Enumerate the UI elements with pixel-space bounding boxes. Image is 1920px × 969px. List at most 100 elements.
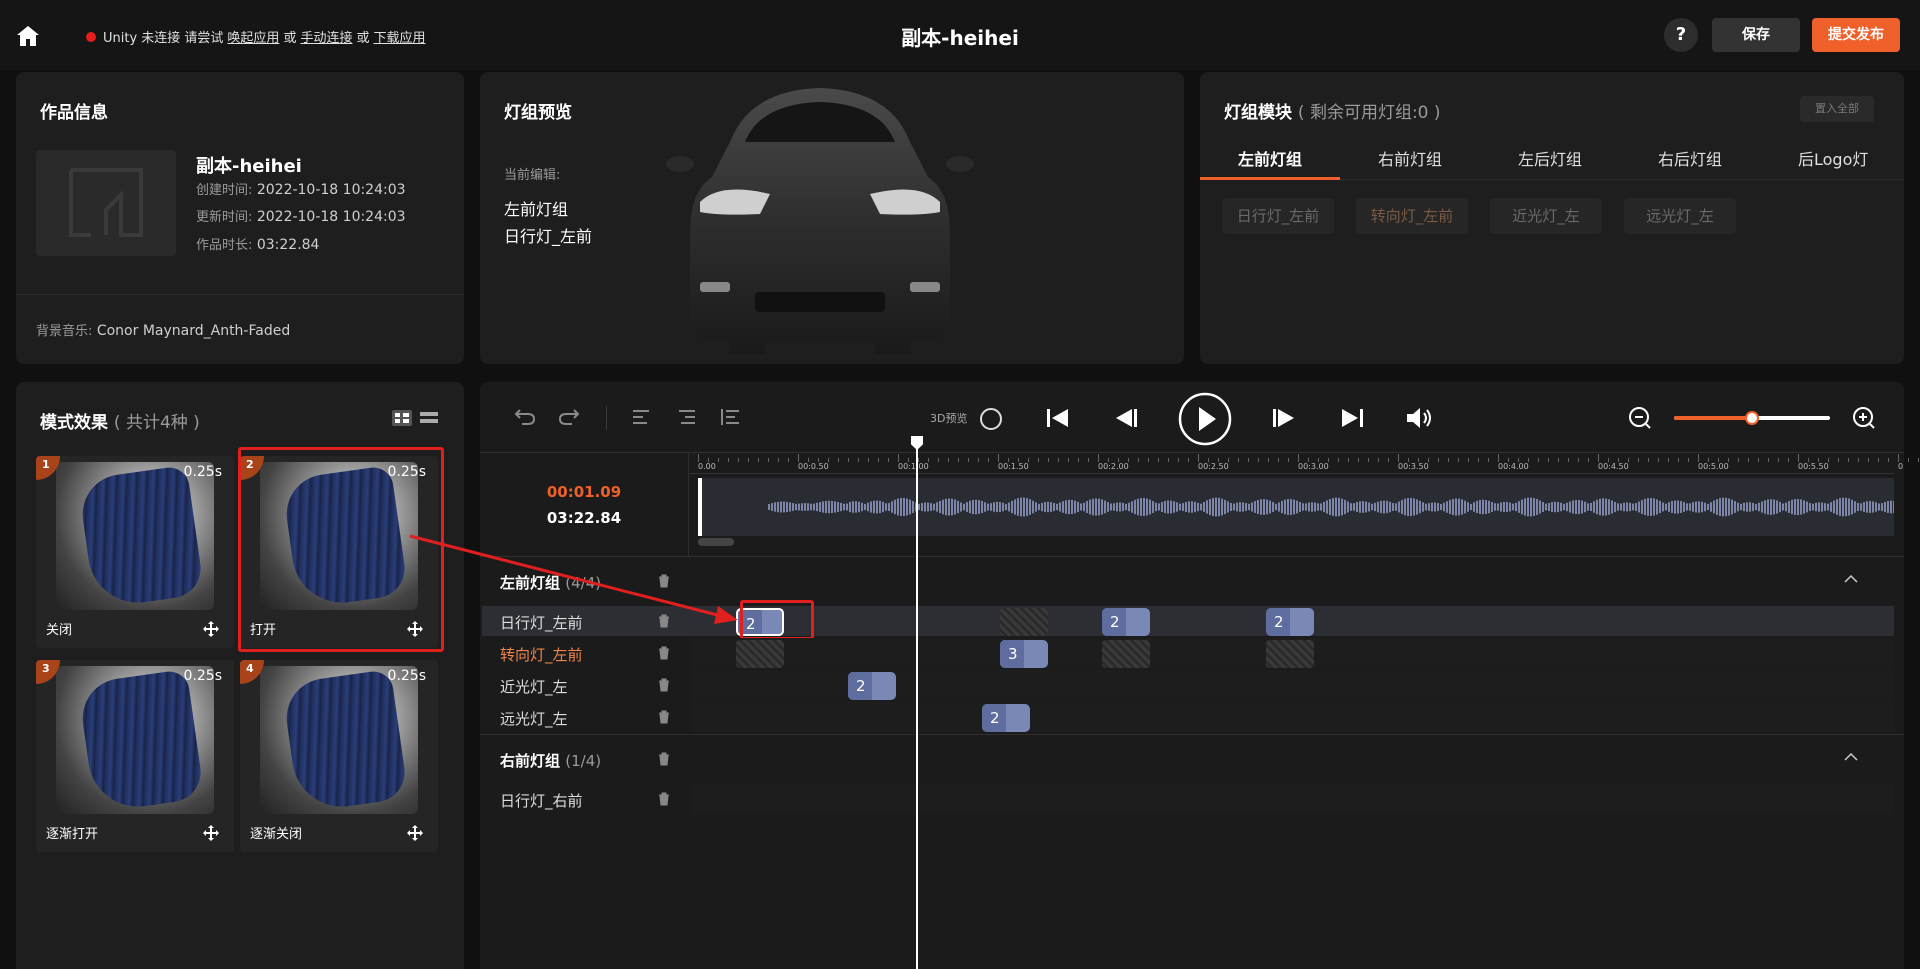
track-lane[interactable]: 2 2 2 (692, 606, 1894, 636)
trash-icon[interactable] (658, 678, 670, 692)
zoom-in-icon[interactable] (1852, 406, 1876, 430)
empty-slot (1000, 608, 1048, 636)
chevron-up-icon[interactable] (1844, 574, 1858, 584)
module-title: 灯组模块 (1224, 103, 1292, 123)
effect-card[interactable]: 1 0.25s 关闭 (36, 456, 234, 648)
ruler-tick-label: 00:5.00 (1698, 462, 1729, 471)
tab-left-front[interactable]: 左前灯组 (1238, 146, 1302, 170)
car-preview-image (666, 88, 974, 354)
ruler-tick-label: 00:3.50 (1398, 462, 1429, 471)
document-title: 副本-heihei (901, 26, 1019, 50)
tab-right-rear[interactable]: 右后灯组 (1658, 146, 1722, 170)
grid-view-icon[interactable] (392, 410, 412, 426)
3d-preview-label: 3D预览 (930, 412, 968, 425)
3d-preview-toggle[interactable] (980, 408, 1002, 430)
drag-move-icon[interactable] (202, 824, 220, 842)
publish-button[interactable]: 提交发布 (1812, 18, 1900, 52)
effect-thumbnail (260, 666, 418, 814)
put-all-button[interactable]: 置入全部 (1800, 96, 1874, 122)
music-row: 背景音乐: Conor Maynard_Anth-Faded (36, 320, 290, 339)
effect-block[interactable]: 2 (982, 704, 1030, 732)
ruler-tick-label: 00:0.50 (798, 462, 829, 471)
track-label: 转向灯_左前 (500, 646, 583, 664)
undo-icon[interactable] (514, 406, 536, 426)
effect-duration: 0.25s (387, 668, 426, 684)
effect-card[interactable]: 4 0.25s 逐渐关闭 (240, 660, 438, 852)
timeline-divider (480, 734, 1904, 735)
updated-time-value: 2022-10-18 10:24:03 (256, 209, 406, 225)
group-count: (1/4) (565, 752, 602, 770)
trash-icon[interactable] (658, 710, 670, 724)
track-row[interactable]: 转向灯_左前 3 (482, 638, 1894, 668)
module-chip[interactable]: 转向灯_左前 (1356, 198, 1468, 234)
zoom-out-icon[interactable] (1628, 406, 1652, 430)
updated-time-row: 更新时间: 2022-10-18 10:24:03 (196, 206, 406, 225)
created-time-value: 2022-10-18 10:24:03 (256, 182, 406, 198)
track-row[interactable]: 日行灯_右前 (482, 784, 1894, 814)
chevron-up-icon[interactable] (1844, 752, 1858, 762)
duration-row: 作品时长: 03:22.84 (196, 234, 319, 253)
waveform-graphic (768, 497, 1894, 517)
panel-title: 灯组预览 (504, 103, 572, 123)
align-right-icon[interactable] (678, 408, 696, 426)
volume-icon[interactable] (1404, 406, 1434, 430)
list-view-icon[interactable] (420, 410, 438, 426)
track-row[interactable]: 近光灯_左 2 (482, 670, 1894, 700)
effect-block[interactable]: 3 (1000, 640, 1048, 668)
skip-to-start-icon[interactable] (1044, 406, 1072, 430)
effect-block[interactable]: 2 (1266, 608, 1314, 636)
trash-icon[interactable] (658, 792, 670, 806)
effect-block[interactable]: 2 (1102, 608, 1150, 636)
tab-right-front[interactable]: 右前灯组 (1378, 146, 1442, 170)
trash-icon[interactable] (658, 646, 670, 660)
step-back-icon[interactable] (1112, 406, 1140, 430)
redo-icon[interactable] (558, 406, 580, 426)
time-ruler[interactable]: 0.00 00:0.50 00:1.00 00:1.50 00:2.00 00:2.50 0… (690, 452, 1919, 474)
track-row[interactable]: 远光灯_左 2 (482, 702, 1894, 732)
music-label: 背景音乐: (36, 324, 93, 339)
zoom-slider[interactable] (1674, 411, 1830, 425)
playhead-line[interactable] (916, 440, 918, 969)
distribute-icon[interactable] (720, 408, 740, 426)
top-bar: Unity 未连接 请尝试 唤起应用 或 手动连接 或 下载应用 副本-heih… (0, 0, 1920, 70)
current-group: 左前灯组 (504, 200, 569, 219)
ruler-tick-label: 00:1.00 (898, 462, 929, 471)
tab-left-rear[interactable]: 左后灯组 (1518, 146, 1582, 170)
panel-title: 灯组模块 ( 剩余可用灯组:0 ) (1224, 98, 1441, 123)
work-name: 副本-heihei (196, 156, 302, 177)
trash-icon[interactable] (658, 752, 670, 766)
drag-move-icon[interactable] (202, 620, 220, 638)
effect-block[interactable]: 2 (848, 672, 896, 700)
save-button[interactable]: 保存 (1712, 18, 1800, 52)
align-left-icon[interactable] (632, 408, 650, 426)
effect-card[interactable]: 3 0.25s 逐渐打开 (36, 660, 234, 852)
skip-to-end-icon[interactable] (1338, 406, 1366, 430)
ruler-tick-label: 0 (1898, 462, 1904, 471)
track-lane[interactable]: 2 (692, 670, 1894, 700)
play-icon[interactable] (1178, 392, 1232, 446)
effect-duration: 0.25s (183, 668, 222, 684)
toolbar-divider (606, 406, 607, 430)
track-lane[interactable] (692, 784, 1894, 814)
module-chip[interactable]: 远光灯_左 (1624, 198, 1736, 234)
ruler-tick-label: 00:1.50 (998, 462, 1029, 471)
ruler-tick-label: 00:4.00 (1498, 462, 1529, 471)
light-group-header[interactable]: 右前灯组 (1/4) (482, 738, 1894, 778)
duration-label: 作品时长: (196, 238, 253, 253)
track-lane[interactable]: 2 (692, 702, 1894, 732)
track-lane[interactable]: 3 (692, 638, 1894, 668)
panel-title: 作品信息 (40, 103, 108, 123)
tab-rear-logo[interactable]: 后Logo灯 (1798, 146, 1868, 170)
module-chip[interactable]: 日行灯_左前 (1222, 198, 1334, 234)
drag-move-icon[interactable] (406, 824, 424, 842)
module-chip[interactable]: 近光灯_左 (1490, 198, 1602, 234)
remaining-count: ( 剩余可用灯组:0 ) (1297, 103, 1441, 123)
zoom-slider-thumb[interactable] (1745, 411, 1759, 425)
empty-slot (1266, 640, 1314, 668)
track-label: 近光灯_左 (500, 678, 568, 696)
audio-waveform[interactable] (698, 478, 1894, 536)
step-forward-icon[interactable] (1270, 406, 1298, 430)
music-value: Conor Maynard_Anth-Faded (96, 323, 291, 339)
group-name: 右前灯组 (1/4) (500, 750, 601, 771)
help-button[interactable]: ? (1664, 18, 1698, 52)
